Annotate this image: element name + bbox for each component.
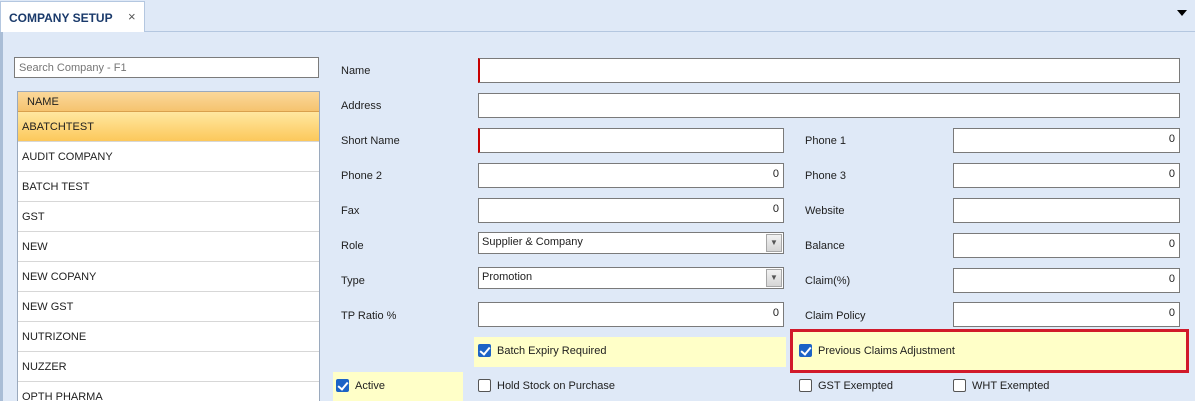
chevron-down-icon[interactable] (1177, 10, 1187, 16)
phone2-label: Phone 2 (341, 170, 382, 182)
list-item[interactable]: NUTRIZONE (18, 322, 319, 352)
name-label: Name (341, 65, 371, 77)
wht-exempted-checkbox[interactable]: WHT Exempted (953, 376, 1049, 396)
list-item[interactable]: GST (18, 202, 319, 232)
gst-exempted-label: GST Exempted (818, 380, 893, 392)
role-select-value: Supplier & Company (482, 236, 583, 248)
list-item[interactable]: BATCH TEST (18, 172, 319, 202)
phone3-label: Phone 3 (805, 170, 846, 182)
hold-stock-label: Hold Stock on Purchase (497, 380, 616, 392)
role-label: Role (341, 240, 364, 252)
hold-stock-checkbox[interactable]: Hold Stock on Purchase (478, 376, 615, 396)
checkbox-unchecked-icon (799, 379, 812, 392)
active-checkbox[interactable]: Active (336, 376, 385, 396)
chevron-down-icon[interactable]: ▼ (766, 269, 782, 287)
claim-label: Claim(%) (805, 275, 851, 287)
short-name-label: Short Name (341, 135, 400, 147)
short-name-field[interactable] (478, 128, 784, 153)
address-field[interactable] (478, 93, 1180, 118)
website-label: Website (805, 205, 845, 217)
claim-field[interactable]: 0 (953, 268, 1180, 293)
batch-expiry-checkbox[interactable]: Batch Expiry Required (478, 341, 606, 361)
balance-field[interactable]: 0 (953, 233, 1180, 258)
claim-policy-field[interactable]: 0 (953, 302, 1180, 327)
tab-strip: COMPANY SETUP × (0, 0, 1195, 32)
company-list: NAME ABATCHTEST AUDIT COMPANY BATCH TEST… (17, 91, 320, 401)
column-header-name[interactable]: NAME (18, 92, 319, 112)
type-label: Type (341, 275, 365, 287)
highlight-box (790, 329, 1189, 373)
list-item[interactable]: NEW COPANY (18, 262, 319, 292)
fax-label: Fax (341, 205, 360, 217)
checkbox-unchecked-icon (953, 379, 966, 392)
gst-exempted-checkbox[interactable]: GST Exempted (799, 376, 893, 396)
batch-expiry-label: Batch Expiry Required (497, 345, 607, 357)
wht-exempted-label: WHT Exempted (972, 380, 1050, 392)
tab-title: COMPANY SETUP (9, 11, 113, 25)
address-label: Address (341, 100, 382, 112)
phone2-field[interactable]: 0 (478, 163, 784, 188)
list-item[interactable]: OPTH PHARMA (18, 382, 319, 401)
role-select[interactable]: Supplier & Company ▼ (478, 232, 784, 254)
search-input[interactable] (14, 57, 319, 78)
panel-edge (0, 32, 3, 401)
website-field[interactable] (953, 198, 1180, 223)
tp-ratio-field[interactable]: 0 (478, 302, 784, 327)
balance-label: Balance (805, 240, 845, 252)
list-item[interactable]: AUDIT COMPANY (18, 142, 319, 172)
type-select-value: Promotion (482, 271, 533, 283)
phone3-field[interactable]: 0 (953, 163, 1180, 188)
close-icon[interactable]: × (128, 9, 136, 24)
checkbox-checked-icon (478, 344, 491, 357)
phone1-field[interactable]: 0 (953, 128, 1180, 153)
list-item[interactable]: NEW (18, 232, 319, 262)
list-item[interactable]: ABATCHTEST (18, 112, 319, 142)
name-field[interactable] (478, 58, 1180, 83)
list-item[interactable]: NUZZER (18, 352, 319, 382)
type-select[interactable]: Promotion ▼ (478, 267, 784, 289)
tab-company-setup[interactable]: COMPANY SETUP × (0, 1, 145, 32)
list-item[interactable]: NEW GST (18, 292, 319, 322)
tp-ratio-label: TP Ratio % (341, 310, 397, 322)
phone1-label: Phone 1 (805, 135, 846, 147)
fax-field[interactable]: 0 (478, 198, 784, 223)
checkbox-unchecked-icon (478, 379, 491, 392)
checkbox-checked-icon (336, 379, 349, 392)
chevron-down-icon[interactable]: ▼ (766, 234, 782, 252)
active-label: Active (355, 380, 385, 392)
claim-policy-label: Claim Policy (805, 310, 866, 322)
